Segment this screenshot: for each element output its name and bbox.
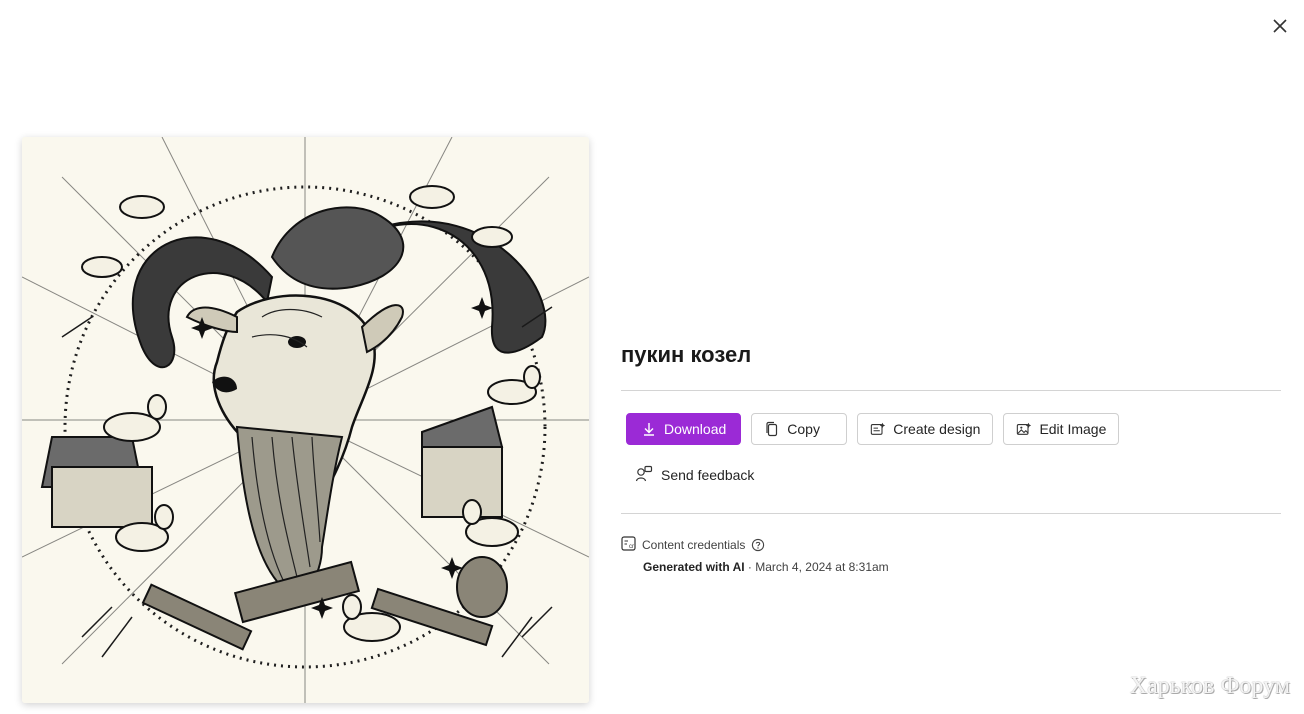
send-feedback-button[interactable]: Send feedback xyxy=(635,459,765,491)
close-button[interactable] xyxy=(1268,14,1292,38)
download-button[interactable]: Download xyxy=(626,413,742,445)
divider xyxy=(621,513,1281,514)
details-panel: пукин козел Download Copy Create design … xyxy=(621,330,1281,574)
generated-with-ai-label: Generated with AI xyxy=(643,560,745,574)
copy-label: Copy xyxy=(787,421,820,437)
svg-text:cr: cr xyxy=(629,544,634,550)
edit-image-button[interactable]: Edit Image xyxy=(1003,413,1120,445)
edit-image-label: Edit Image xyxy=(1039,421,1107,437)
create-design-icon xyxy=(870,421,886,437)
copy-icon xyxy=(764,421,780,437)
send-feedback-label: Send feedback xyxy=(661,467,755,483)
download-icon xyxy=(641,421,657,437)
separator: · xyxy=(744,560,756,574)
close-icon xyxy=(1273,19,1287,33)
generation-date: March 4, 2024 at 8:31am xyxy=(755,560,889,574)
generated-image xyxy=(22,137,589,703)
feedback-icon xyxy=(635,465,653,486)
divider xyxy=(621,390,1281,391)
watermark: Харьков Форум xyxy=(1129,673,1290,699)
create-design-label: Create design xyxy=(893,421,981,437)
credentials-icon: cr xyxy=(621,536,636,554)
create-design-button[interactable]: Create design xyxy=(857,413,994,445)
content-credentials: cr Content credentials Generated with AI… xyxy=(621,536,1281,574)
help-icon[interactable] xyxy=(751,538,765,552)
image-title: пукин козел xyxy=(621,342,752,367)
copy-button[interactable]: Copy xyxy=(751,413,848,445)
edit-image-icon xyxy=(1016,421,1032,437)
action-bar: Download Copy Create design Edit Image xyxy=(626,413,1281,445)
generation-info: Generated with AI · March 4, 2024 at 8:3… xyxy=(643,560,1281,574)
credentials-label: Content credentials xyxy=(642,538,746,552)
download-label: Download xyxy=(664,421,727,437)
